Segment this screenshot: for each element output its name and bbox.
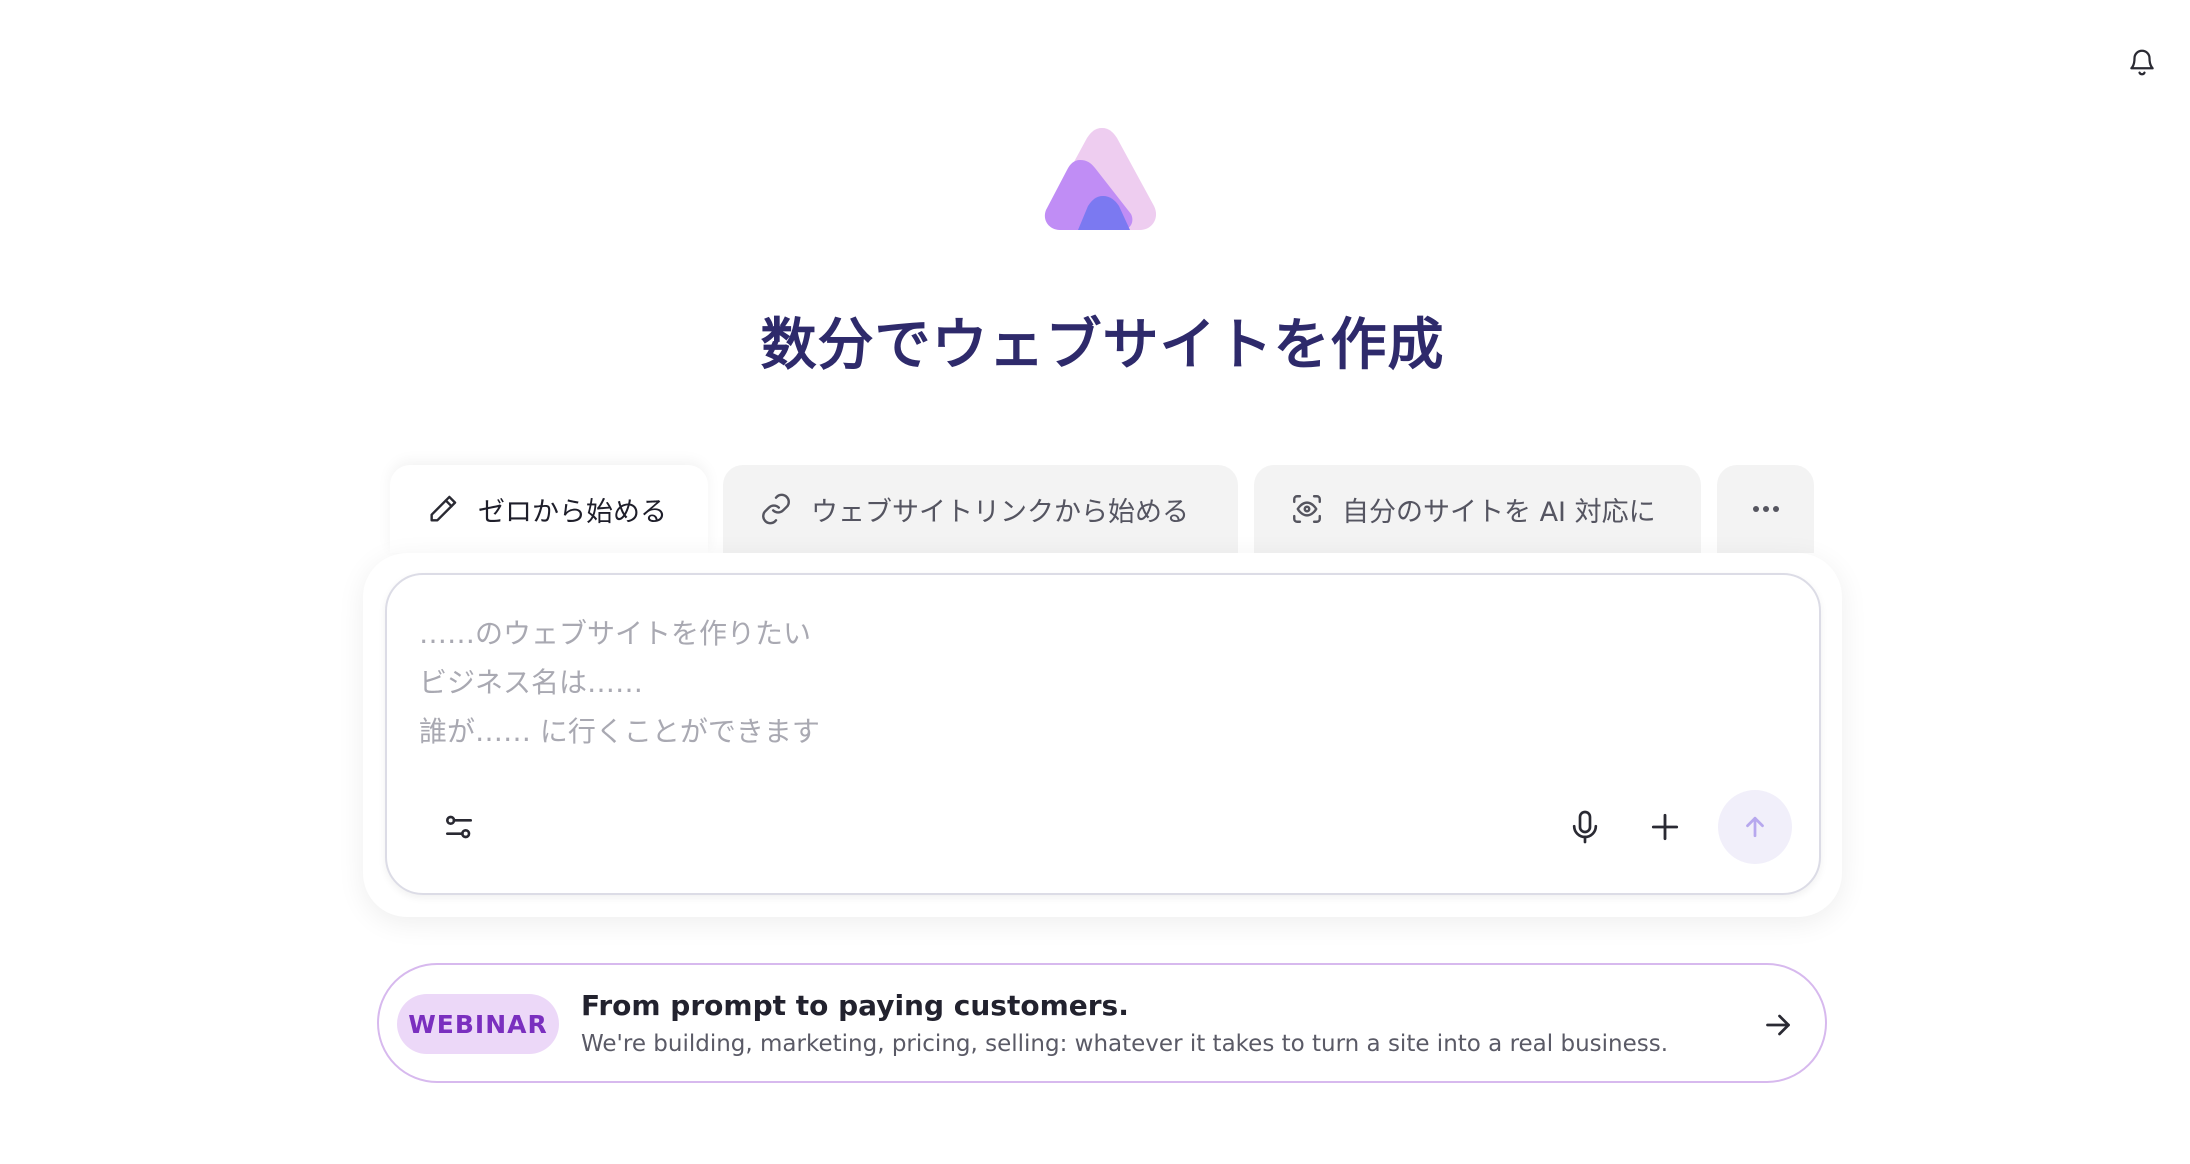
tab-from-website-link[interactable]: ウェブサイトリンクから始める: [723, 465, 1238, 553]
arrow-right-icon: [1766, 1014, 1790, 1036]
bell-icon: [2130, 49, 2154, 76]
page-title: 数分でウェブサイトを作成: [760, 313, 1445, 378]
more-horizontal-icon: [1752, 506, 1779, 512]
add-attachment-button[interactable]: [1645, 807, 1685, 847]
tab-more-options[interactable]: [1717, 465, 1814, 553]
settings-filter-button[interactable]: [439, 807, 479, 847]
arrow-up-icon: [1746, 816, 1764, 838]
webinar-title: From prompt to paying customers.: [581, 989, 1129, 1022]
tab-label: 自分のサイトを AI 対応に: [1342, 496, 1656, 528]
send-button[interactable]: [1718, 790, 1792, 864]
sliders-icon: [446, 815, 472, 839]
tab-label: ゼロから始める: [478, 496, 667, 528]
microphone-button[interactable]: [1565, 807, 1605, 847]
tab-ai-ready[interactable]: 自分のサイトを AI 対応に: [1254, 465, 1701, 553]
brand-logo: [1040, 122, 1164, 234]
scan-eye-icon: [1293, 495, 1321, 523]
tab-from-scratch[interactable]: ゼロから始める: [390, 465, 708, 553]
prompt-placeholder: ……のウェブサイトを作りたい ビジネス名は…… 誰が…… に行くことができます: [419, 617, 820, 748]
webinar-banner[interactable]: WEBINAR From prompt to paying customers.…: [377, 963, 1827, 1083]
prompt-composer[interactable]: ……のウェブサイトを作りたい ビジネス名は…… 誰が…… に行くことができます: [385, 573, 1821, 895]
tab-label: ウェブサイトリンクから始める: [811, 496, 1189, 528]
microphone-icon: [1572, 810, 1598, 844]
webinar-subtitle: We're building, marketing, pricing, sell…: [581, 1031, 1669, 1057]
webinar-badge: WEBINAR: [397, 994, 559, 1054]
notifications-button[interactable]: [2124, 44, 2160, 80]
pencil-icon: [430, 495, 457, 522]
plus-icon: [1651, 813, 1679, 841]
link-icon: [762, 493, 790, 525]
logo-triangle-icon: [1044, 128, 1157, 230]
